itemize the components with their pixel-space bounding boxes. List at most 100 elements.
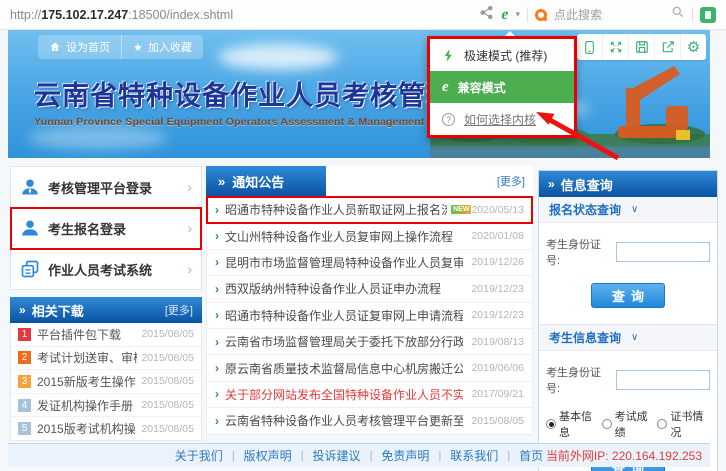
browser-controls: e ▾ 点此搜索 <box>479 5 716 25</box>
notices-title: 通知公告 <box>232 172 284 191</box>
browser-address-bar: http://175.102.17.247:18500/index.shtml … <box>0 0 726 30</box>
sidebar-item-exam-system[interactable]: 作业人员考试系统 › <box>11 249 201 289</box>
ie-kernel-icon[interactable]: e <box>501 7 508 23</box>
cloud-decoration <box>218 44 338 70</box>
notice-date: 2015/08/05 <box>471 415 524 427</box>
notice-item[interactable]: › 昭通市特种设备作业人员新取证网上报名流程 NEW 2020/05/13 <box>207 197 532 223</box>
notice-item[interactable]: › 昆明市市场监督管理局特种设备作业人员复审流程... 2019/12/26 <box>207 250 532 276</box>
add-favorite-link[interactable]: ★ 加入收藏 <box>121 35 203 59</box>
menu-item-speed-mode[interactable]: 极速模式 (推荐) <box>430 39 574 71</box>
notices-more-link[interactable]: [更多] <box>497 173 533 189</box>
downloads-header: » 相关下载 [更多] <box>10 297 202 323</box>
notice-date: 2019/12/23 <box>471 283 524 295</box>
chevron-down-icon: ∨ <box>631 332 638 343</box>
radio-basic-info[interactable]: 基本信息 <box>546 408 595 440</box>
search-icon[interactable] <box>671 5 685 24</box>
chevron-right-icon: › <box>215 335 219 349</box>
notice-title: 关于部分网站发布全国特种设备作业人员不实信息... <box>225 386 463 403</box>
chevron-right-icon: › <box>215 203 219 217</box>
footer-link-home[interactable]: 首页 <box>519 447 543 464</box>
radio-certificate-status[interactable]: 证书情况 <box>657 408 706 440</box>
notices-tab[interactable]: » 通知公告 <box>206 166 326 196</box>
query-button[interactable]: 查询 <box>591 283 665 308</box>
settings-gear-icon[interactable]: ⚙ <box>680 34 706 60</box>
notice-item[interactable]: › 文山州特种设备作业人员复审网上操作流程 2020/01/08 <box>207 223 532 249</box>
sidebar-item-label: 考核管理平台登录 <box>48 178 187 197</box>
notice-date: 2019/12/26 <box>471 256 524 268</box>
divider <box>692 7 693 22</box>
radio-exam-score[interactable]: 考试成绩 <box>602 408 651 440</box>
mobile-icon[interactable] <box>577 34 602 60</box>
registration-status-section-header[interactable]: 报名状态查询 ∨ <box>539 197 717 223</box>
share-export-icon[interactable] <box>654 34 680 60</box>
download-title: 考试计划送审、审核 ... <box>37 349 137 366</box>
sidebar-item-admin-login[interactable]: 考核管理平台登录 › <box>11 167 201 208</box>
downloads-title: 相关下载 <box>32 301 165 320</box>
footer-link-about[interactable]: 关于我们 <box>175 447 223 464</box>
fullscreen-icon[interactable] <box>602 34 628 60</box>
url-text[interactable]: http://175.102.17.247:18500/index.shtml <box>10 8 233 22</box>
section-title: 报名状态查询 <box>549 201 621 218</box>
chevron-right-icon: › <box>215 308 219 322</box>
footer-separator: | <box>507 450 510 462</box>
notice-title: 昭通市特种设备作业人员新取证网上报名流程 <box>225 201 447 218</box>
id-number-label: 考生身份证号: <box>546 236 612 268</box>
sidebar-item-candidate-login[interactable]: 考生报名登录 › <box>11 208 201 249</box>
share-icon[interactable] <box>479 5 494 25</box>
download-item[interactable]: 1 平台插件包下载 2015/08/05 <box>11 323 201 347</box>
chevron-right-icon: › <box>215 229 219 243</box>
notice-title: 昆明市市场监督管理局特种设备作业人员复审流程... <box>225 254 463 271</box>
notices-list: › 昭通市特种设备作业人员新取证网上报名流程 NEW 2020/05/13 › … <box>206 197 533 435</box>
download-item[interactable]: 4 发证机构操作手册 2015/08/05 <box>11 394 201 418</box>
save-icon[interactable] <box>628 34 654 60</box>
candidate-info-section-header[interactable]: 考生信息查询 ∨ <box>539 325 717 351</box>
rank-badge: 2 <box>18 351 31 364</box>
footer-link-complaint[interactable]: 投诉建议 <box>313 447 361 464</box>
download-item[interactable]: 3 2015新版考生操作... 2015/08/05 <box>11 370 201 394</box>
radio-label: 证书情况 <box>670 408 706 440</box>
browser-search-input[interactable]: 点此搜索 <box>554 6 664 23</box>
download-item[interactable]: 5 2015版考试机构操... 2015/08/05 <box>11 417 201 440</box>
info-type-radio-group: 基本信息 考试成绩 证书情况 <box>546 408 710 440</box>
chevron-right-icon: › <box>215 361 219 375</box>
id-number-input[interactable] <box>616 242 710 262</box>
chevron-right-icon: › <box>187 220 192 236</box>
divider <box>527 7 528 22</box>
notice-item[interactable]: › 原云南省质量技术监督局信息中心机房搬迁公告 2019/06/06 <box>207 355 532 381</box>
left-sidebar: 考核管理平台登录 › 考生报名登录 › 作业人员考试系统 › » 相关下载 <box>10 166 202 441</box>
notice-date: 2017/09/21 <box>471 388 524 400</box>
menu-item-label: 极速模式 (推荐) <box>464 47 547 64</box>
notice-item[interactable]: › 云南省市场监督管理局关于委托下放部分行政许可... 2019/08/13 <box>207 329 532 355</box>
login-menu: 考核管理平台登录 › 考生报名登录 › 作业人员考试系统 › <box>10 166 202 290</box>
download-item[interactable]: 2 考试计划送审、审核 ... 2015/08/05 <box>11 347 201 371</box>
star-icon: ★ <box>133 41 143 54</box>
query-panel: » 信息查询 报名状态查询 ∨ 考生身份证号: 查询 考生信息查询 ∨ <box>538 170 718 471</box>
kernel-chevron-down-icon[interactable]: ▾ <box>515 9 520 20</box>
download-date: 2015/08/05 <box>141 352 194 364</box>
lightning-icon <box>442 48 455 63</box>
browser-app-icon[interactable] <box>700 7 716 23</box>
ie-mode-icon: e <box>442 80 449 95</box>
downloads-more-link[interactable]: [更多] <box>165 302 193 318</box>
notice-date: 2019/08/13 <box>471 336 524 348</box>
download-date: 2015/08/05 <box>141 399 194 411</box>
notice-title: 昭通市特种设备作业人员证复审网上申请流程及相... <box>225 307 463 324</box>
footer-link-disclaimer[interactable]: 免责声明 <box>381 447 429 464</box>
download-title: 2015新版考生操作... <box>37 373 137 390</box>
notice-item[interactable]: › 昭通市特种设备作业人员证复审网上申请流程及相... 2019/12/23 <box>207 303 532 329</box>
notice-item[interactable]: › 云南省特种设备作业人员考核管理平台更新至20... 2015/08/05 <box>207 408 532 433</box>
menu-item-label: 兼容模式 <box>458 79 506 96</box>
notice-item[interactable]: › 关于部分网站发布全国特种设备作业人员不实信息... 2017/09/21 <box>207 382 532 408</box>
notice-item[interactable]: › 西双版纳州特种设备作业人员证申办流程 2019/12/23 <box>207 276 532 302</box>
downloads-panel: » 相关下载 [更多] 1 平台插件包下载 2015/08/05 2 考试计划送… <box>10 297 202 441</box>
notices-panel: » 通知公告 [更多] › 昭通市特种设备作业人员新取证网上报名流程 NEW 2… <box>206 166 533 435</box>
query-panel-header: » 信息查询 <box>539 171 717 197</box>
set-homepage-link[interactable]: 设为首页 <box>38 35 121 59</box>
footer-link-contact[interactable]: 联系我们 <box>450 447 498 464</box>
id-number-input[interactable] <box>616 370 710 390</box>
chevron-right-icon: › <box>215 414 219 428</box>
manager-user-icon <box>20 177 40 197</box>
page-tools-toolbar: ⚙ <box>577 34 706 60</box>
footer-link-copyright[interactable]: 版权声明 <box>244 447 292 464</box>
page-footer: 关于我们| 版权声明| 投诉建议| 免责声明| 联系我们| 首页 当前外网IP:… <box>8 443 710 467</box>
